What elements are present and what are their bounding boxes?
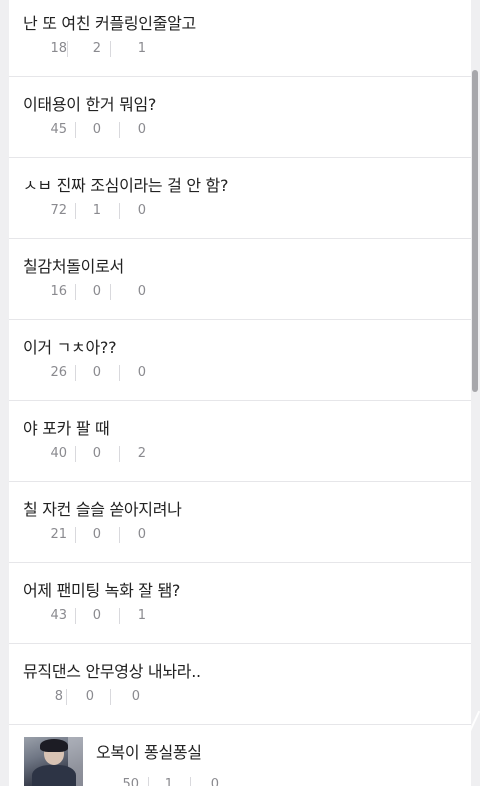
- comment-count: 2: [137, 446, 146, 461]
- thumbnail-figure-body: [32, 765, 76, 786]
- post-stats: 26 0 0: [9, 364, 209, 382]
- list-item[interactable]: ㅅㅂ 진짜 조심이라는 걸 안 함? 72 1 0: [9, 158, 471, 239]
- stat-divider: [67, 41, 68, 57]
- view-count: 16: [50, 284, 67, 299]
- view-count: 45: [50, 122, 67, 137]
- stat-divider: [110, 41, 111, 57]
- list-item[interactable]: 뮤직댄스 안무영상 내놔라.. 8 0 0: [9, 644, 471, 725]
- list-item[interactable]: 칠감처돌이로서 16 0 0: [9, 239, 471, 320]
- left-gutter: [0, 0, 9, 786]
- like-count: 0: [92, 122, 101, 137]
- like-count: 0: [85, 689, 94, 704]
- comment-count: 0: [137, 365, 146, 380]
- comment-count: 0: [137, 203, 146, 218]
- list-item[interactable]: 난 또 여친 커플링인줄알고 18 2 1: [9, 0, 471, 77]
- list-item[interactable]: 어제 팬미팅 녹화 잘 됌? 43 0 1: [9, 563, 471, 644]
- like-count: 2: [92, 41, 101, 56]
- post-title[interactable]: 오복이 퐁실퐁실: [96, 739, 202, 763]
- list-item[interactable]: 야 포카 팔 때 40 0 2: [9, 401, 471, 482]
- like-count: 1: [92, 203, 101, 218]
- post-stats: 72 1 0: [9, 202, 209, 220]
- list-item[interactable]: 칠 자컨 슬슬 쏟아지려나 21 0 0: [9, 482, 471, 563]
- view-count: 18: [50, 41, 67, 56]
- comment-count: 0: [137, 284, 146, 299]
- like-count: 0: [92, 608, 101, 623]
- post-title[interactable]: 이태용이 한거 뭐임?: [23, 91, 156, 115]
- post-title[interactable]: 칠감처돌이로서: [23, 253, 124, 277]
- post-stats: 8 0 0: [9, 688, 209, 706]
- list-item[interactable]: 이태용이 한거 뭐임? 45 0 0: [9, 77, 471, 158]
- list-item[interactable]: 이거 ㄱㅊ아?? 26 0 0: [9, 320, 471, 401]
- post-title[interactable]: 칠 자컨 슬슬 쏟아지려나: [23, 496, 182, 520]
- view-count: 43: [50, 608, 67, 623]
- like-count: 0: [92, 365, 101, 380]
- comment-count: 1: [137, 608, 146, 623]
- post-thumbnail[interactable]: [24, 737, 83, 786]
- post-title[interactable]: 뮤직댄스 안무영상 내놔라..: [23, 658, 201, 682]
- post-stats: 18 2 1: [9, 40, 209, 58]
- stat-divider: [110, 284, 111, 300]
- post-stats: 21 0 0: [9, 526, 209, 544]
- comment-count: 1: [137, 41, 146, 56]
- view-count: 26: [50, 365, 67, 380]
- view-count: 40: [50, 446, 67, 461]
- post-stats: 16 0 0: [9, 283, 209, 301]
- like-count: 1: [164, 777, 173, 786]
- view-count: 50: [122, 777, 139, 786]
- comment-count: 0: [210, 777, 219, 786]
- view-count: 21: [50, 527, 67, 542]
- like-count: 0: [92, 446, 101, 461]
- comment-count: 0: [137, 122, 146, 137]
- view-count: 8: [54, 689, 63, 704]
- post-title[interactable]: 어제 팬미팅 녹화 잘 됌?: [23, 577, 180, 601]
- post-stats: 50 1 0: [95, 776, 295, 786]
- post-title[interactable]: 이거 ㄱㅊ아??: [23, 334, 117, 358]
- like-count: 0: [92, 527, 101, 542]
- post-stats: 43 0 1: [9, 607, 209, 625]
- scrollbar-thumb[interactable]: [472, 70, 478, 392]
- post-stats: 40 0 2: [9, 445, 209, 463]
- post-stats: 45 0 0: [9, 121, 209, 139]
- comment-count: 0: [131, 689, 140, 704]
- view-count: 72: [50, 203, 67, 218]
- post-title[interactable]: 난 또 여친 커플링인줄알고: [23, 10, 196, 34]
- list-item[interactable]: 오복이 퐁실퐁실 50 1 0: [9, 725, 471, 786]
- like-count: 0: [92, 284, 101, 299]
- thumbnail-figure-hair: [40, 739, 68, 752]
- comment-count: 0: [137, 527, 146, 542]
- post-title[interactable]: ㅅㅂ 진짜 조심이라는 걸 안 함?: [23, 172, 228, 196]
- post-list-page: 난 또 여친 커플링인줄알고 18 2 1 이태용이 한거 뭐임? 45 0 0…: [0, 0, 480, 786]
- post-title[interactable]: 야 포카 팔 때: [23, 415, 110, 439]
